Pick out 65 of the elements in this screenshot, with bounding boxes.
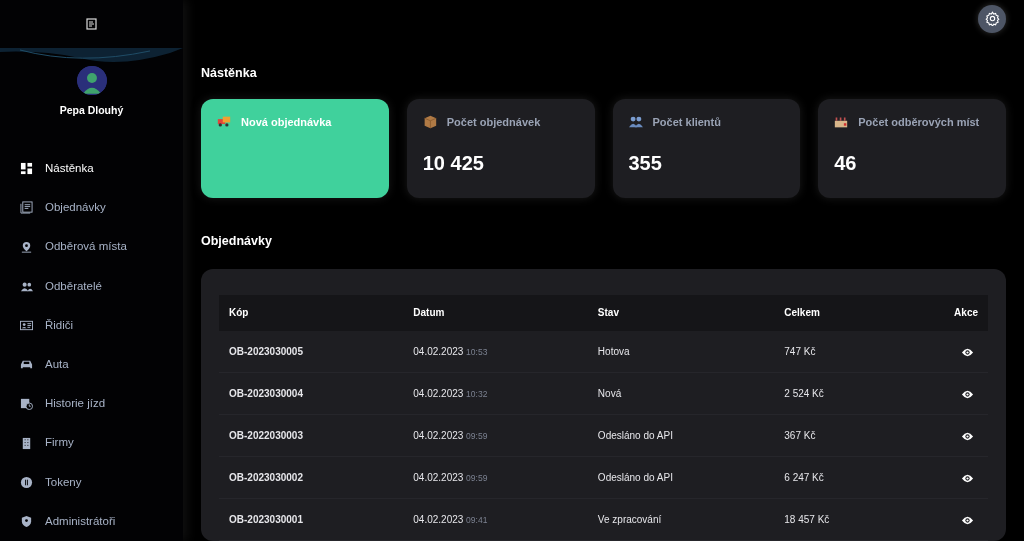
truck-icon: [217, 115, 231, 129]
table-cell: OB-2023030004: [219, 372, 404, 415]
table-cell: 2 524 Kč: [774, 372, 902, 415]
stat-label: Počet klientů: [652, 114, 721, 130]
table-cell: OB-2023030005: [219, 330, 404, 373]
sidebar-item[interactable]: Odběrová místa: [0, 227, 183, 267]
column-header: Datum: [403, 294, 588, 331]
table-cell: 747 Kč: [774, 330, 902, 373]
settings-icon: [984, 11, 1000, 26]
time-text: 10:32: [466, 389, 488, 399]
logo-icon[interactable]: [86, 17, 97, 30]
date-text: 04.02.2023: [413, 388, 464, 399]
shield-icon: [20, 514, 33, 528]
coin-icon: [20, 475, 33, 489]
building-icon: [20, 436, 33, 450]
table-cell: OB-2023030001: [219, 498, 404, 541]
date-text: 04.02.2023: [413, 514, 464, 525]
time-text: 09:41: [466, 515, 488, 525]
time-text: 09:59: [466, 431, 488, 441]
page-title: Nástěnka: [201, 65, 258, 82]
table-cell: 367 Kč: [774, 414, 902, 457]
table-cell: 6 247 Kč: [774, 456, 902, 499]
table-cell: Nová: [587, 372, 775, 415]
avatar: [76, 65, 107, 96]
table-cell: Hotova: [587, 330, 775, 373]
table-cell: OB-2022030003: [219, 414, 404, 457]
sidebar-item[interactable]: Historie jízd: [0, 384, 183, 424]
calendar-clock-icon: [20, 397, 33, 411]
sidebar-item[interactable]: Řidiči: [0, 305, 183, 346]
table-cell: Odesláno do API: [587, 414, 775, 457]
table-cell: OB-2023030002: [219, 456, 404, 499]
user-name: Pepa Dlouhý: [58, 103, 125, 119]
table-cell: Odesláno do API: [587, 456, 775, 499]
sidebar-item[interactable]: Objednávky: [0, 188, 183, 228]
factory-icon: [834, 115, 849, 129]
column-header: Akce: [901, 294, 988, 331]
column-header: Celkem: [774, 294, 902, 331]
column-header: Kóp: [219, 294, 404, 331]
dashboard-icon: [20, 162, 33, 176]
sidebar-item[interactable]: Auta: [0, 345, 183, 385]
sidebar-item[interactable]: Nástěnka: [0, 149, 183, 189]
stat-value: 355: [628, 151, 663, 177]
date-text: 04.02.2023: [413, 430, 464, 441]
people-icon: [628, 115, 643, 129]
date-text: 04.02.2023: [413, 345, 464, 357]
time-text: 10:53: [466, 346, 488, 357]
date-text: 04.02.2023: [413, 472, 464, 483]
stat-label: Počet odběrových míst: [858, 114, 980, 130]
location-pin-icon: [20, 240, 33, 254]
document-icon: [20, 201, 33, 215]
stat-value: 10 425: [422, 151, 485, 177]
table-cell: 18 457 Kč: [774, 498, 902, 541]
stat-label: Počet objednávek: [446, 114, 541, 130]
package-icon: [422, 115, 437, 129]
sidebar-item[interactable]: Odběratelé: [0, 266, 183, 306]
stat-value: 46: [834, 151, 858, 177]
sidebar-item[interactable]: Administrátoři: [0, 501, 183, 541]
table-cell: Ve zpracování: [587, 498, 775, 541]
id-card-icon: [20, 318, 33, 332]
time-text: 09:59: [466, 473, 488, 483]
column-header: Stav: [587, 294, 775, 331]
sidebar-item[interactable]: Firmy: [0, 423, 183, 463]
sidebar-item[interactable]: Tokeny: [0, 462, 183, 502]
section-title: Objednávky: [201, 232, 273, 250]
settings-button[interactable]: [978, 4, 1006, 33]
